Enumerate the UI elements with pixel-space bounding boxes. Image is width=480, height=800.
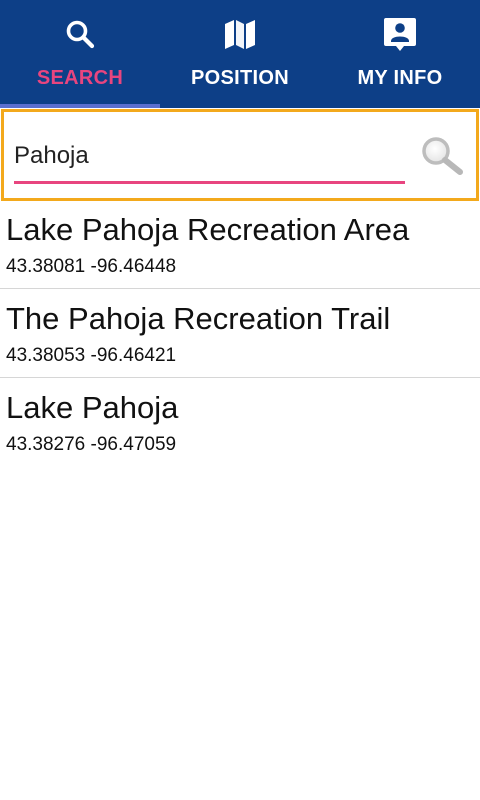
map-icon xyxy=(222,16,258,52)
tab-my-info-label: MY INFO xyxy=(357,67,443,89)
active-tab-indicator xyxy=(0,104,160,108)
result-coordinates: 43.38053 -96.46421 xyxy=(6,345,177,366)
tab-search-label: SEARCH xyxy=(36,67,124,89)
search-input[interactable] xyxy=(14,136,404,176)
contact-card-icon xyxy=(382,16,418,52)
results-list: Lake Pahoja Recreation Area 43.38081 -96… xyxy=(0,200,480,466)
result-name: Lake Pahoja xyxy=(6,390,179,425)
tab-search[interactable]: SEARCH xyxy=(0,0,160,108)
tab-bar: SEARCH POSITION MY INFO xyxy=(0,0,480,108)
tab-position-label: POSITION xyxy=(191,67,289,89)
result-coordinates: 43.38081 -96.46448 xyxy=(6,256,177,277)
tab-my-info[interactable]: MY INFO xyxy=(320,0,480,108)
result-name: Lake Pahoja Recreation Area xyxy=(6,212,410,247)
search-icon xyxy=(62,16,98,52)
magnifier-icon xyxy=(418,137,466,182)
result-name: The Pahoja Recreation Trail xyxy=(6,301,391,336)
search-input-underline xyxy=(14,181,405,184)
result-coordinates: 43.38276 -96.47059 xyxy=(6,434,177,455)
tab-position[interactable]: POSITION xyxy=(160,0,320,108)
list-item[interactable]: Lake Pahoja Recreation Area 43.38081 -96… xyxy=(0,200,480,289)
search-bar xyxy=(1,109,479,201)
search-button[interactable] xyxy=(418,134,466,178)
list-item[interactable]: The Pahoja Recreation Trail 43.38053 -96… xyxy=(0,289,480,378)
app-root: SEARCH POSITION MY INFO Pahoja Lake Paho… xyxy=(0,0,480,800)
list-item[interactable]: Lake Pahoja 43.38276 -96.47059 xyxy=(0,378,480,466)
